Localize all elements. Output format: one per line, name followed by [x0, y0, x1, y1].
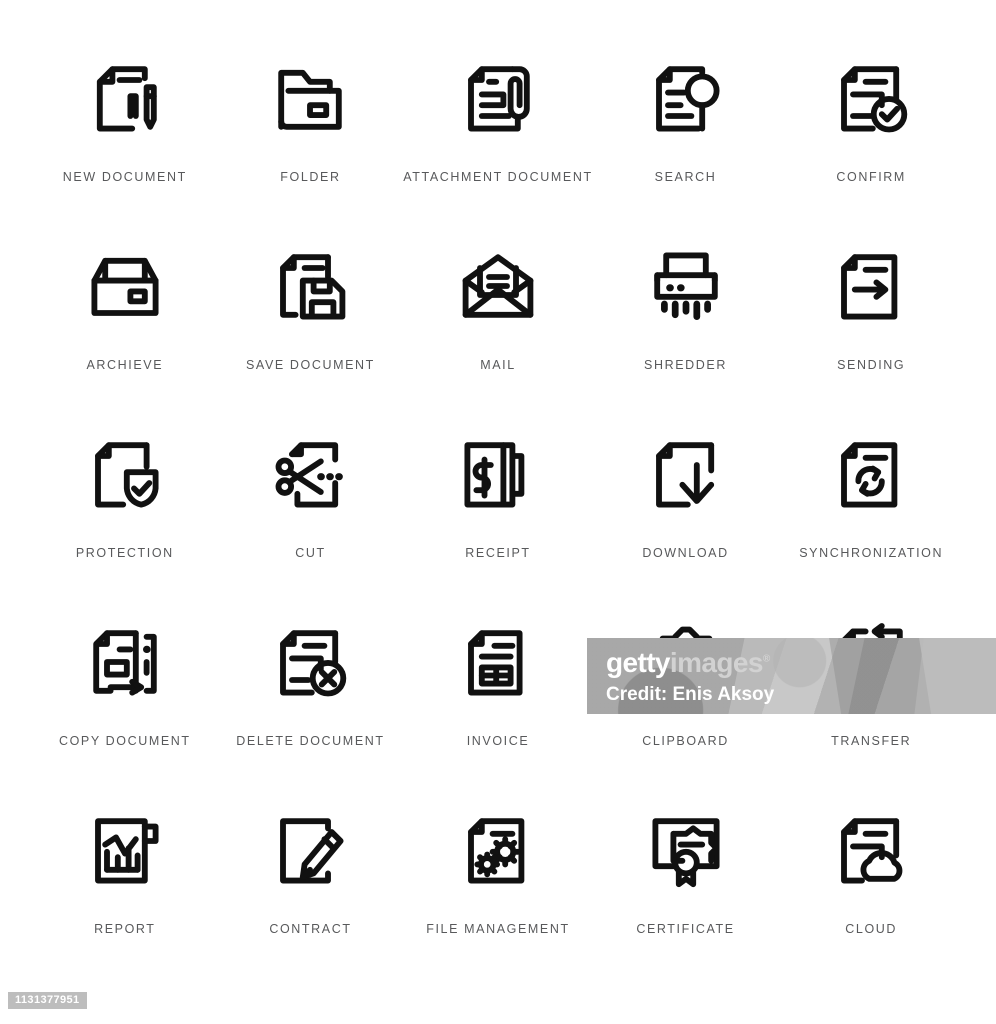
icon-cell-delete-document[interactable]: DELETE DOCUMENT: [218, 604, 404, 792]
new-document-icon: [77, 50, 173, 146]
contract-pen-document-icon: [262, 802, 358, 898]
icon-cell-folder[interactable]: FOLDER: [218, 40, 404, 228]
icon-sheet: NEW DOCUMENT FOLDER ATTACHMENT DOCUMENT …: [0, 0, 996, 1024]
icon-label: TRANSFER: [831, 734, 912, 748]
icon-label: RECEIPT: [465, 546, 531, 560]
icon-label: SAVE DOCUMENT: [246, 358, 375, 372]
icon-cell-certificate[interactable]: CERTIFICATE: [593, 792, 779, 980]
sending-document-icon: [823, 238, 919, 334]
receipt-dollar-icon: [450, 426, 546, 522]
cut-scissors-document-icon: [262, 426, 358, 522]
icon-cell-clipboard[interactable]: CLIPBOARD: [593, 604, 779, 792]
download-document-icon: [638, 426, 734, 522]
icon-cell-transfer[interactable]: TRANSFER: [778, 604, 964, 792]
archive-box-icon: [77, 238, 173, 334]
icon-cell-sending[interactable]: SENDING: [778, 228, 964, 416]
folder-icon: [262, 50, 358, 146]
copy-document-icon: [77, 614, 173, 710]
asset-id-badge: 1131377951: [8, 992, 87, 1009]
mail-envelope-icon: [450, 238, 546, 334]
icon-grid: NEW DOCUMENT FOLDER ATTACHMENT DOCUMENT …: [32, 40, 964, 980]
shredder-icon: [638, 238, 734, 334]
icon-label: CONTRACT: [269, 922, 352, 936]
icon-cell-archieve[interactable]: ARCHIEVE: [32, 228, 218, 416]
icon-label: SENDING: [837, 358, 906, 372]
icon-cell-invoice[interactable]: INVOICE: [403, 604, 592, 792]
icon-label: CONFIRM: [836, 170, 906, 184]
synchronization-document-icon: [823, 426, 919, 522]
icon-cell-contract[interactable]: CONTRACT: [218, 792, 404, 980]
file-management-gears-icon: [450, 802, 546, 898]
icon-cell-cloud[interactable]: CLOUD: [778, 792, 964, 980]
icon-label: ARCHIEVE: [86, 358, 164, 372]
icon-label: CLIPBOARD: [642, 734, 729, 748]
icon-label: DOWNLOAD: [642, 546, 729, 560]
icon-cell-shredder[interactable]: SHREDDER: [593, 228, 779, 416]
icon-label: SEARCH: [654, 170, 717, 184]
icon-label: SYNCHRONIZATION: [799, 546, 944, 560]
icon-cell-report[interactable]: REPORT: [32, 792, 218, 980]
save-document-icon: [262, 238, 358, 334]
icon-label: CERTIFICATE: [636, 922, 735, 936]
icon-label: ATTACHMENT DOCUMENT: [403, 170, 593, 184]
icon-cell-protection[interactable]: PROTECTION: [32, 416, 218, 604]
cloud-document-icon: [823, 802, 919, 898]
transfer-document-icon: [823, 614, 919, 710]
icon-cell-attachment-document[interactable]: ATTACHMENT DOCUMENT: [403, 40, 592, 228]
icon-cell-search[interactable]: SEARCH: [593, 40, 779, 228]
icon-cell-file-management[interactable]: FILE MANAGEMENT: [403, 792, 592, 980]
icon-label: NEW DOCUMENT: [62, 170, 187, 184]
icon-label: COPY DOCUMENT: [58, 734, 191, 748]
icon-label: MAIL: [480, 358, 516, 372]
icon-label: INVOICE: [466, 734, 530, 748]
attachment-document-icon: [450, 50, 546, 146]
icon-cell-new-document[interactable]: NEW DOCUMENT: [32, 40, 218, 228]
icon-cell-receipt[interactable]: RECEIPT: [403, 416, 592, 604]
icon-cell-download[interactable]: DOWNLOAD: [593, 416, 779, 604]
protection-shield-document-icon: [77, 426, 173, 522]
icon-label: FILE MANAGEMENT: [426, 922, 570, 936]
icon-label: CUT: [295, 546, 326, 560]
icon-cell-copy-document[interactable]: COPY DOCUMENT: [32, 604, 218, 792]
search-document-icon: [638, 50, 734, 146]
icon-label: CLOUD: [845, 922, 898, 936]
icon-cell-mail[interactable]: MAIL: [403, 228, 592, 416]
report-chart-document-icon: [77, 802, 173, 898]
clipboard-icon: [638, 614, 734, 710]
icon-cell-synchronization[interactable]: SYNCHRONIZATION: [778, 416, 964, 604]
icon-label: FOLDER: [280, 170, 341, 184]
invoice-document-icon: [450, 614, 546, 710]
icon-cell-confirm[interactable]: CONFIRM: [778, 40, 964, 228]
icon-label: DELETE DOCUMENT: [236, 734, 385, 748]
icon-label: REPORT: [94, 922, 156, 936]
confirm-document-icon: [823, 50, 919, 146]
icon-cell-save-document[interactable]: SAVE DOCUMENT: [218, 228, 404, 416]
icon-cell-cut[interactable]: CUT: [218, 416, 404, 604]
delete-document-icon: [262, 614, 358, 710]
certificate-seal-icon: [638, 802, 734, 898]
icon-label: SHREDDER: [644, 358, 727, 372]
icon-label: PROTECTION: [75, 546, 174, 560]
